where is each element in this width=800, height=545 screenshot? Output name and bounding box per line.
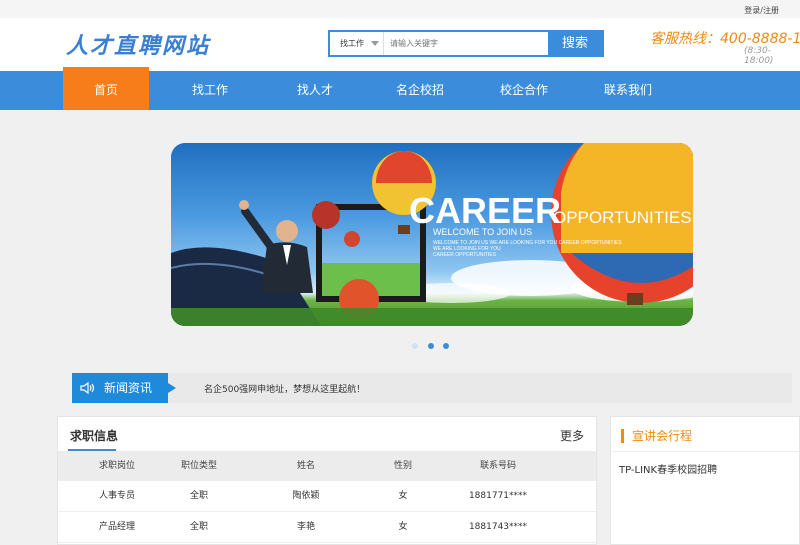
speaker-icon (80, 381, 95, 395)
table-header: 求职岗位 职位类型 姓名 性别 联系号码 (58, 451, 596, 481)
search-button[interactable]: 搜索 (548, 32, 602, 55)
search-box: 找工作 搜索 (328, 30, 604, 57)
cell-phone: 1881743**** (468, 522, 528, 532)
cell-position: 产品经理 (98, 522, 135, 532)
cell-position: 人事专员 (98, 491, 135, 501)
banner-artwork: CAREER OPPORTUNITIES WELCOME TO JOIN US … (171, 143, 693, 326)
nav-item-school-enterprise[interactable]: 校企合作 (484, 71, 564, 110)
table-row[interactable]: 人事专员 全职 陶依颖 女 1881771**** (58, 481, 596, 512)
top-bar: 登录/注册 (0, 0, 800, 18)
nav-item-contact-us[interactable]: 联系我们 (588, 71, 668, 110)
news-message[interactable]: 名企500强网申地址，梦想从这里起航！ (204, 382, 365, 395)
search-input[interactable] (390, 35, 540, 52)
main-nav: 首页 找工作 找人才 名企校招 校企合作 联系我们 (0, 67, 800, 110)
column-header-gender: 性别 (393, 461, 412, 471)
divider (611, 451, 800, 452)
column-header-phone: 联系号码 (479, 461, 516, 471)
header: 人才直聘网站 找工作 搜索 客服热线：400-8888-114 (8:30-18… (0, 18, 800, 71)
news-bar: 新闻资讯 名企500强网申地址，梦想从这里起航！ (72, 373, 792, 403)
banner-tagline-4: CAREER OPPORTUNITIES (433, 252, 497, 258)
cell-job-type: 全职 (189, 491, 208, 501)
nav-item-find-talent[interactable]: 找人才 (275, 71, 355, 110)
hero-banner[interactable]: CAREER OPPORTUNITIES WELCOME TO JOIN US … (171, 143, 693, 326)
column-header-position: 求职岗位 (98, 461, 135, 471)
cell-gender: 女 (398, 522, 408, 532)
column-header-job-type: 职位类型 (180, 461, 217, 471)
nav-item-campus-recruit[interactable]: 名企校招 (380, 71, 460, 110)
cell-job-type: 全职 (189, 522, 208, 532)
cell-phone: 1881771**** (468, 491, 528, 501)
login-register-link[interactable]: 登录/注册 (744, 5, 779, 16)
service-hours: (8:30-18:00) (744, 46, 774, 66)
chevron-down-icon (371, 41, 379, 46)
banner-headline-big: CAREER (409, 190, 561, 231)
service-hotline: 客服热线：400-8888-114 (650, 31, 800, 47)
banner-tagline-1: WELCOME TO JOIN US (433, 227, 532, 237)
nav-item-home[interactable]: 首页 (63, 67, 149, 110)
panel-title: 求职信息 (70, 429, 119, 443)
table-row[interactable]: 产品经理 全职 李艳 女 1881743**** (58, 512, 596, 543)
cell-name: 李艳 (296, 522, 315, 532)
side-panel-title: 宣讲会行程 (621, 429, 692, 443)
news-tag[interactable]: 新闻资讯 (72, 373, 176, 403)
news-tag-label: 新闻资讯 (104, 381, 153, 395)
column-header-name: 姓名 (296, 461, 315, 471)
carousel-dot-3[interactable] (443, 343, 449, 349)
seminar-schedule-panel: 宣讲会行程 TP-LINK春季校园招聘 (610, 416, 800, 545)
nav-item-find-job[interactable]: 找工作 (170, 71, 250, 110)
carousel-dot-2[interactable] (428, 343, 434, 349)
job-seekers-panel: 求职信息 更多 求职岗位 职位类型 姓名 性别 联系号码 人事专员 全职 陶依颖… (57, 416, 597, 545)
carousel-dot-1[interactable] (412, 343, 418, 349)
banner-headline-small: OPPORTUNITIES (553, 208, 692, 227)
seminar-item[interactable]: TP-LINK春季校园招聘 (619, 461, 717, 476)
cell-gender: 女 (398, 491, 408, 501)
site-logo[interactable]: 人才直聘网站 (66, 28, 210, 60)
more-link[interactable]: 更多 (560, 427, 584, 444)
search-category-label: 找工作 (340, 39, 364, 48)
cell-name: 陶依颖 (292, 491, 320, 501)
search-category-select[interactable]: 找工作 (330, 32, 384, 55)
